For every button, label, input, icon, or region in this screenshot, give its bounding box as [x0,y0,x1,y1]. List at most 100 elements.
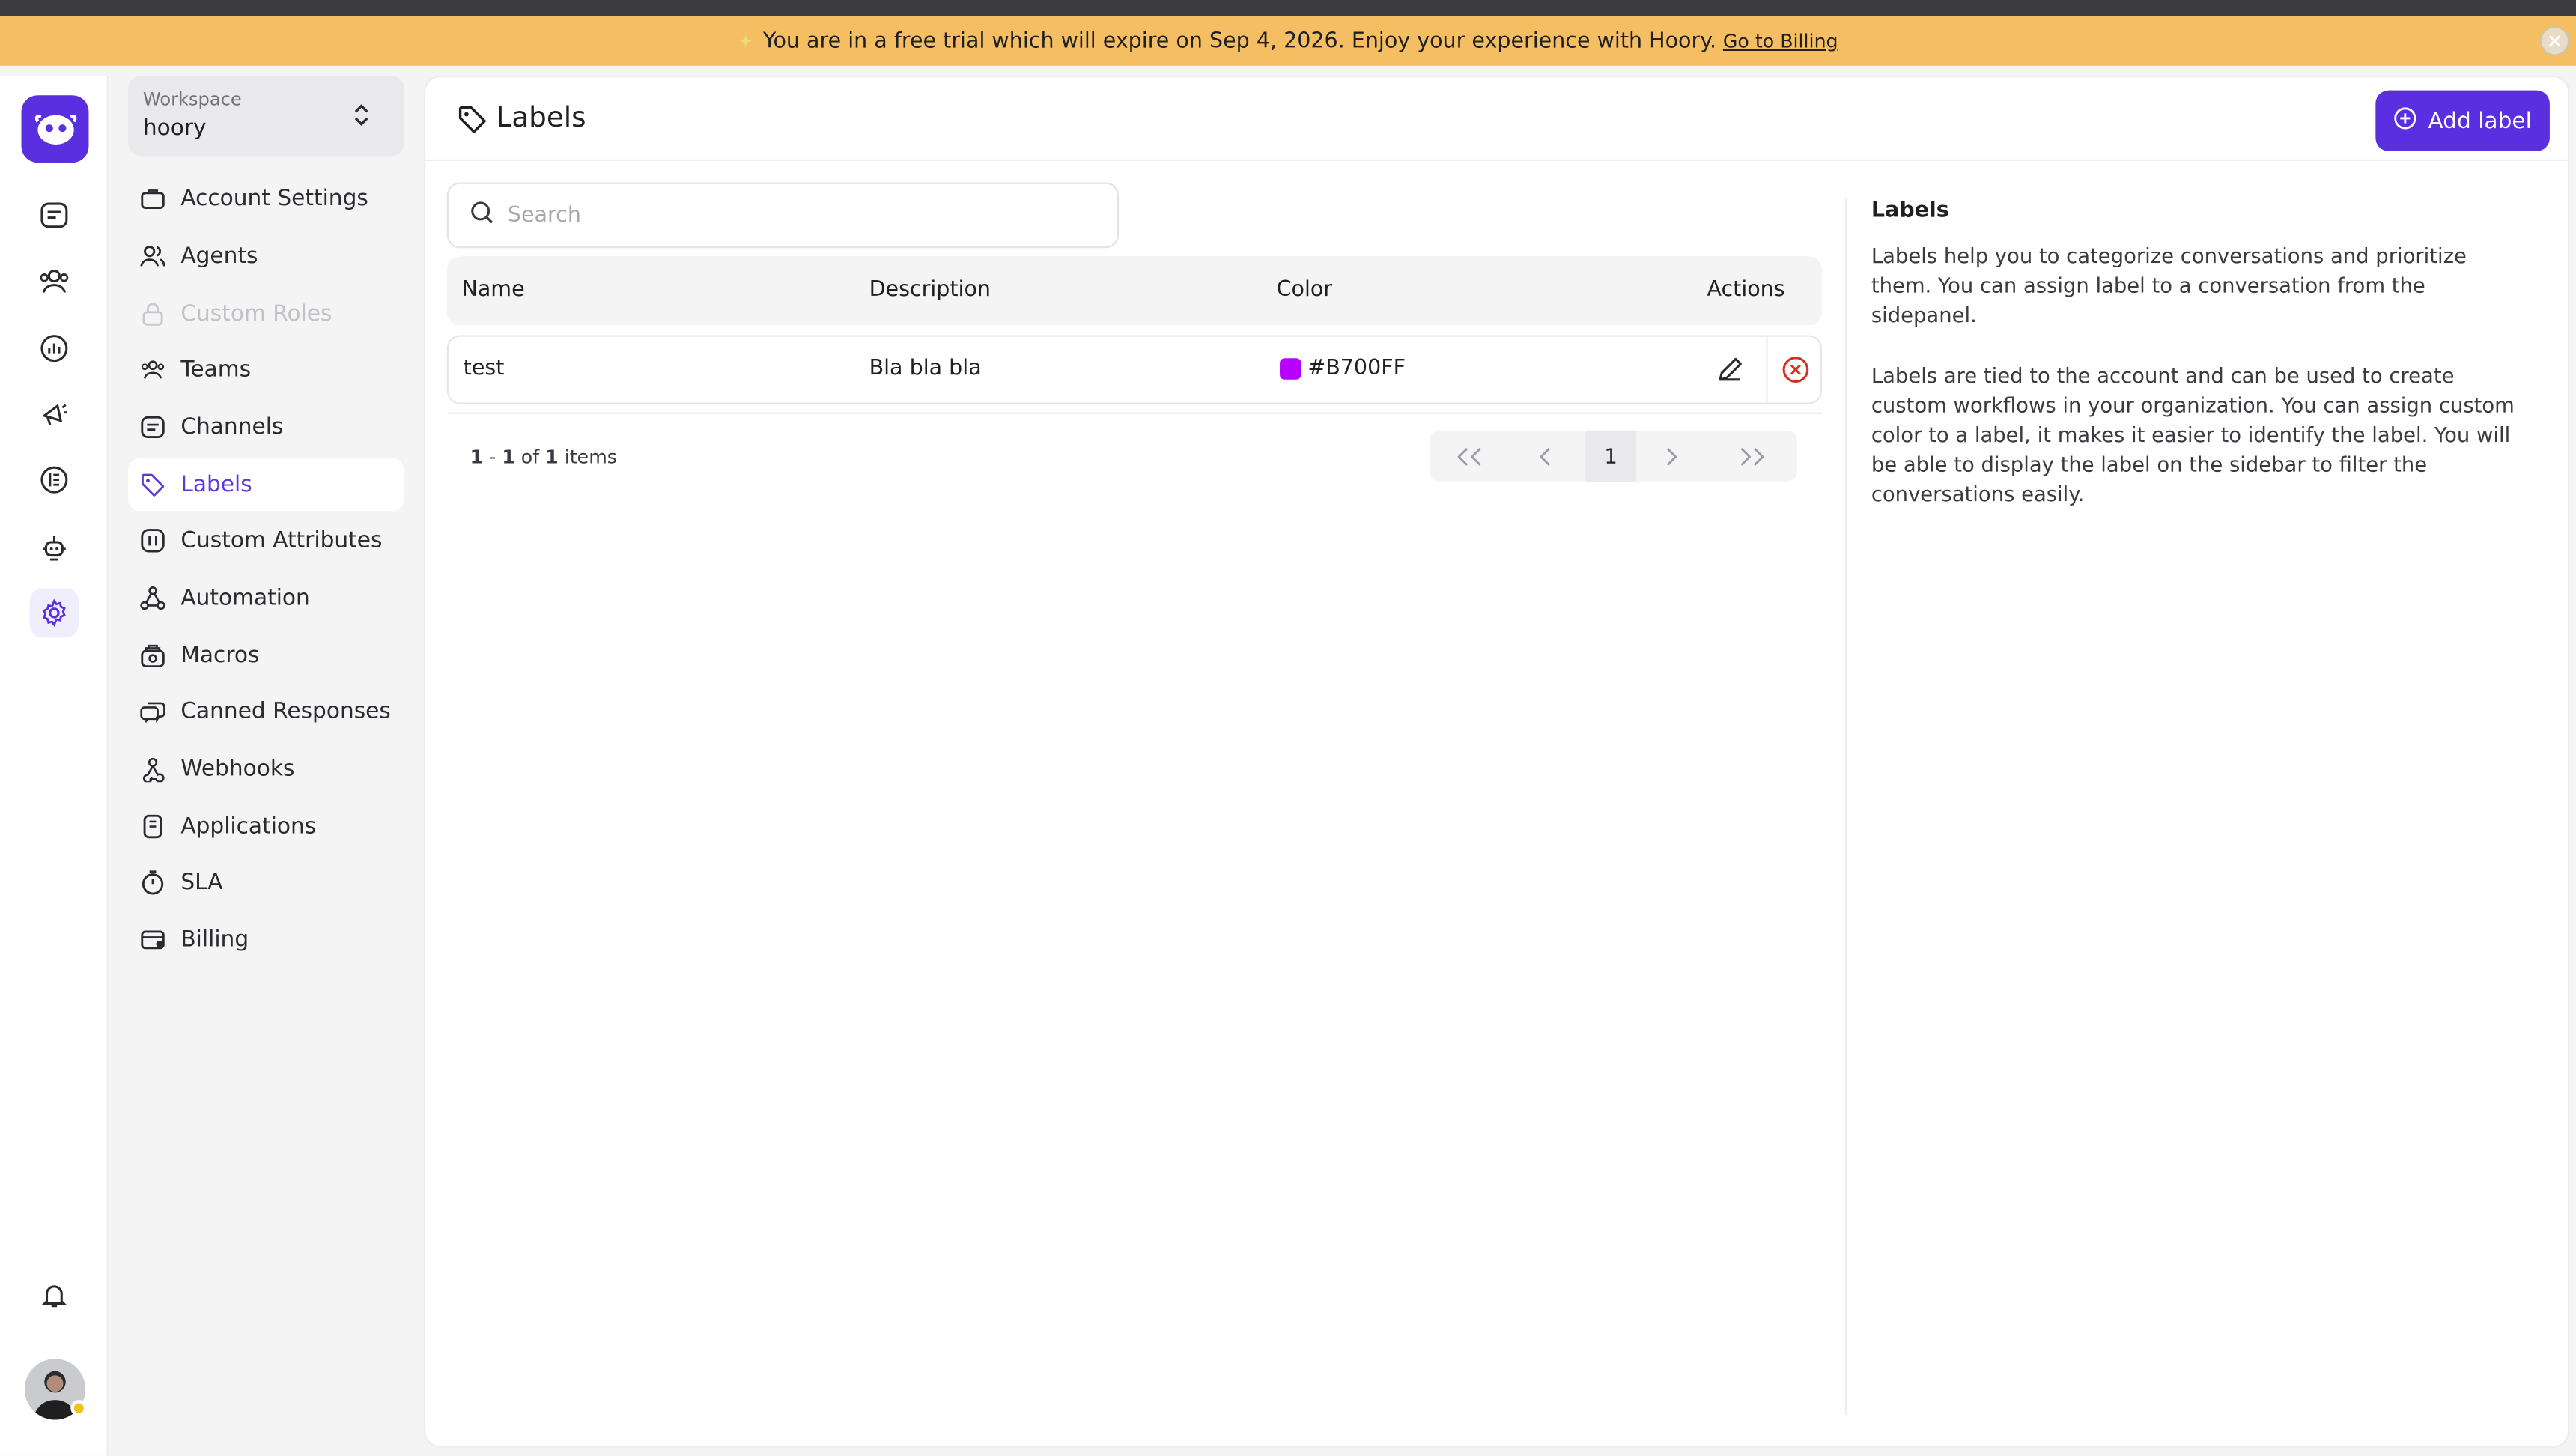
pagination: 1 [1429,430,1798,482]
pagination-summary: 1 - 1 of 1 items [470,445,617,469]
sidebar-item-label: Agents [180,243,258,270]
delete-icon[interactable] [1766,336,1822,403]
notifications-icon[interactable] [29,1270,79,1320]
trial-message: You are in a free trial which will expir… [762,28,1717,54]
add-label-button[interactable]: Add label [2375,90,2550,151]
sidebar-item-canned-responses[interactable]: Canned Responses [128,685,404,738]
reports-icon[interactable] [29,324,79,373]
sidebar-item-channels[interactable]: Channels [128,401,404,453]
column-header-name: Name [461,277,525,303]
sidebar-item-applications[interactable]: Applications [128,800,404,852]
label-description: Bla bla bla [869,357,982,381]
sidebar-item-label: Channels [180,413,284,440]
chat-bubbles-icon [139,698,165,724]
sidebar-item-sla[interactable]: SLA [128,856,404,909]
workspace-switcher[interactable]: Workspace hoory [128,75,404,157]
close-icon[interactable] [2539,26,2570,56]
table-header: Name Description Color Actions [446,256,1823,326]
chevron-up-down-icon [351,102,371,135]
briefcase-icon [139,186,165,212]
sidebar-item-automation[interactable]: Automation [128,571,404,624]
last-page-icon[interactable] [1727,431,1776,482]
sidebar-item-label: SLA [180,869,223,896]
sidebar-item-label: Automation [180,585,310,612]
online-status-dot [70,1400,88,1417]
page-header: Labels Add label [425,77,2569,162]
info-paragraph: Labels are tied to the account and can b… [1871,362,2515,507]
trial-banner: ✦ You are in a free trial which will exp… [0,16,2576,66]
previous-page-icon[interactable] [1522,431,1571,482]
sidebar-item-label: Webhooks [180,756,295,783]
window-top-bar [0,0,2576,16]
column-header-color: Color [1276,277,1333,303]
search-box[interactable] [446,182,1120,249]
contacts-icon[interactable] [29,256,79,306]
sidebar-item-account-settings[interactable]: Account Settings [128,172,404,225]
sidebar-item-label: Account Settings [180,185,368,213]
sidebar-item-labels[interactable]: Labels [128,458,404,512]
sidebar-item-label: Custom Attributes [180,527,383,554]
sidebar-item-webhooks[interactable]: Webhooks [128,743,404,795]
sidebar-item-custom-roles[interactable]: Custom Roles [128,288,404,340]
label-color-hex: #B700FF [1307,357,1406,381]
next-page-icon[interactable] [1646,431,1695,482]
color-swatch [1280,358,1301,380]
automation-icon [139,585,165,611]
sidebar-item-macros[interactable]: Macros [128,629,404,682]
first-page-icon[interactable] [1446,431,1495,482]
settings-icon[interactable] [29,588,79,638]
sparkle-icon: ✦ [738,30,753,52]
sidebar-item-label: Custom Roles [180,300,332,327]
tag-icon [457,103,488,141]
table-row: test Bla bla bla #B700FF [446,335,1823,404]
sidebar-item-custom-attributes[interactable]: Custom Attributes [128,515,404,567]
column-header-actions: Actions [1707,277,1785,303]
inbox-icon [139,414,165,440]
search-icon [470,200,494,231]
settings-sidebar: Workspace hoory Account Settings Agents … [109,75,422,1456]
plus-circle-icon [2393,106,2416,136]
label-name: test [463,357,505,381]
macros-icon [139,643,165,669]
lock-icon [139,300,165,327]
wallet-icon [139,926,165,953]
team-icon [139,357,165,383]
conversations-icon[interactable] [29,190,79,240]
page-title: Labels [496,102,586,135]
attributes-icon [139,527,165,553]
column-header-description: Description [869,277,991,303]
info-title: Labels [1871,198,1949,224]
sidebar-item-label: Applications [180,813,317,840]
labels-page: Labels Add label Name Description Color … [424,75,2570,1448]
panel-divider [1844,198,1847,1415]
help-center-icon[interactable] [29,455,79,505]
search-input[interactable] [507,202,1066,228]
primary-nav-rail [0,75,109,1456]
sidebar-item-agents[interactable]: Agents [128,230,404,282]
sidebar-item-teams[interactable]: Teams [128,344,404,396]
timer-icon [139,870,165,896]
bot-icon[interactable] [29,523,79,572]
table-divider [446,412,1823,414]
webhook-icon [139,756,165,783]
workspace-label: Workspace [142,88,242,110]
users-icon [139,243,165,270]
add-label-text: Add label [2428,107,2532,134]
edit-icon[interactable] [1712,351,1748,387]
info-paragraph: Labels help you to categorize conversati… [1871,243,2467,328]
sidebar-item-label: Macros [180,642,260,669]
sidebar-item-label: Canned Responses [180,698,391,725]
sidebar-item-label: Billing [180,926,249,953]
hoory-logo[interactable] [21,95,89,163]
page-number-button[interactable]: 1 [1585,430,1637,482]
workspace-name: hoory [142,115,207,142]
tag-icon [139,472,165,498]
campaigns-icon[interactable] [29,389,79,439]
sidebar-item-label: Labels [180,471,252,498]
sidebar-item-billing[interactable]: Billing [128,914,404,966]
app-window: ✦ You are in a free trial which will exp… [0,0,2576,1456]
go-to-billing-link[interactable]: Go to Billing [1723,29,1838,52]
sidebar-item-label: Teams [180,357,252,383]
applications-icon [139,813,165,840]
labels-info-panel: Labels Labels help you to categorize con… [1871,198,2529,540]
